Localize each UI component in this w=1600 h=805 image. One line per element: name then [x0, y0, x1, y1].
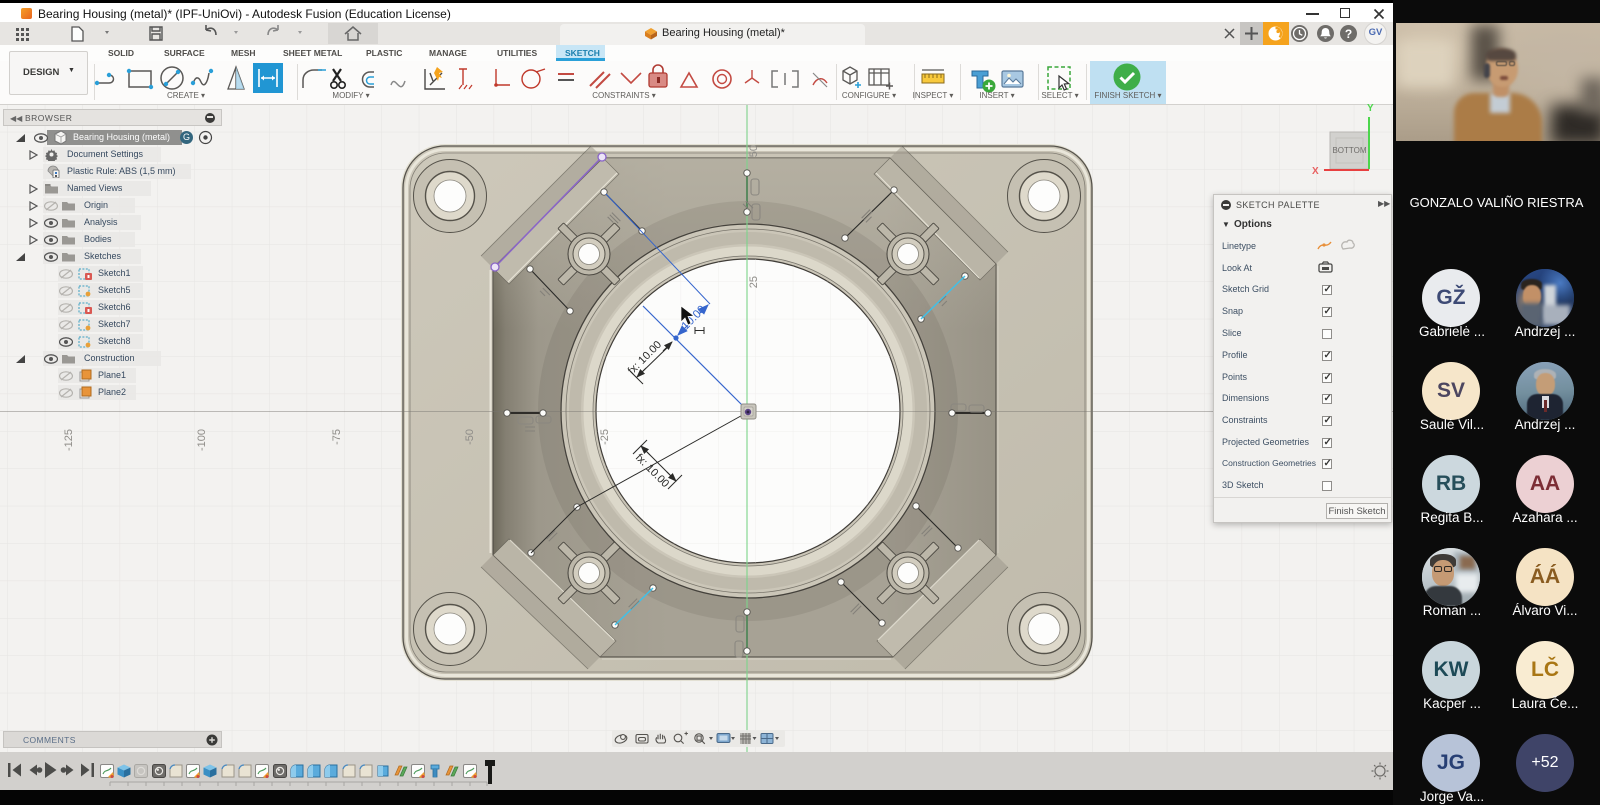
svg-text:-25: -25 [599, 429, 611, 445]
svg-text:50: 50 [748, 145, 760, 157]
svg-text:-125: -125 [63, 429, 75, 451]
svg-text:Y: Y [1367, 103, 1374, 114]
svg-text:-75: -75 [331, 429, 343, 445]
svg-text:BOTTOM: BOTTOM [1332, 146, 1366, 155]
svg-text:?: ? [1345, 27, 1352, 41]
svg-text:25: 25 [748, 276, 760, 288]
svg-text:-50: -50 [464, 429, 476, 445]
svg-text:-100: -100 [196, 429, 208, 451]
svg-text:X: X [1312, 166, 1319, 177]
